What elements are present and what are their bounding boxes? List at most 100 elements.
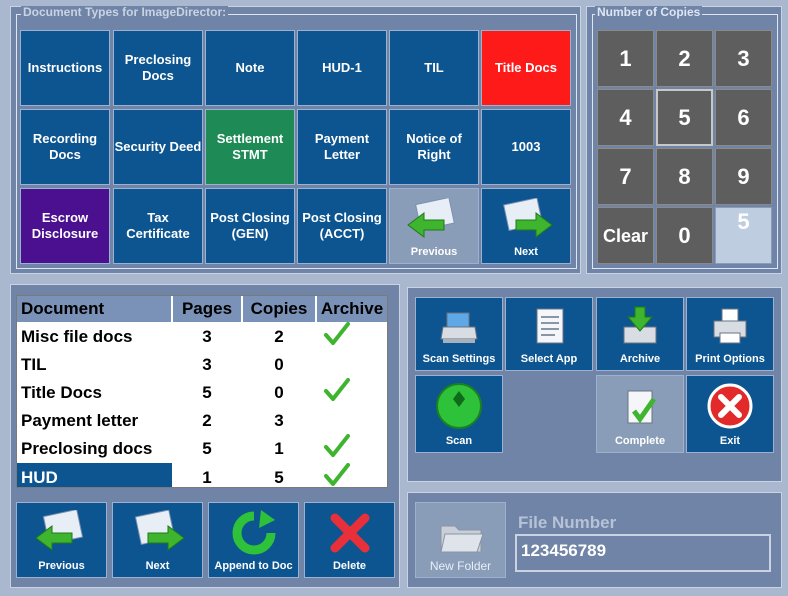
doctype-post-closing-acct-button[interactable]: Post Closing (ACCT) (297, 188, 387, 264)
copies-legend: Number of Copies (595, 5, 703, 19)
cell-pages: 5 (202, 438, 212, 458)
doctype-note-button[interactable]: Note (205, 30, 295, 106)
doctype-notice-of-right-button[interactable]: Notice of Right (389, 109, 479, 185)
doctype-instructions-button[interactable]: Instructions (20, 30, 110, 106)
list-previous-label: Previous (38, 560, 85, 572)
table-row[interactable]: Payment letter 2 3 (17, 407, 387, 434)
file-number-field[interactable]: 123456789 (515, 534, 771, 572)
copies-key-4[interactable]: 4 (597, 89, 654, 146)
doctype-tax-certificate-button[interactable]: Tax Certificate (113, 188, 203, 264)
doctype-post-closing-gen-button[interactable]: Post Closing (GEN) (205, 188, 295, 264)
cell-document: TIL (21, 354, 47, 374)
document-icon (536, 308, 564, 344)
complete-button[interactable]: Complete (596, 375, 684, 453)
list-next-button[interactable]: Next (112, 502, 203, 578)
header-copies[interactable]: Copies (242, 296, 317, 322)
doctype-previous-button[interactable]: Previous (389, 188, 479, 264)
table-row[interactable]: Title Docs 5 0 (17, 378, 387, 407)
scan-settings-button[interactable]: Scan Settings (415, 297, 503, 371)
doctype-preclosing-docs-button[interactable]: Preclosing Docs (113, 30, 203, 106)
table-row[interactable]: Preclosing docs 5 1 (17, 434, 387, 463)
copies-key-9[interactable]: 9 (715, 148, 772, 205)
scan-settings-label: Scan Settings (422, 353, 496, 365)
cell-pages: 5 (202, 382, 212, 402)
complete-icon (627, 390, 657, 424)
scan-label: Scan (445, 435, 473, 447)
copies-key-0[interactable]: 0 (656, 207, 713, 264)
append-to-doc-label: Append to Doc (214, 560, 293, 572)
doctype-settlement-stmt-button[interactable]: Settlement STMT (205, 109, 295, 185)
cell-pages: 2 (202, 410, 212, 430)
copies-clear-button[interactable]: Clear (597, 207, 654, 264)
archive-icon (623, 306, 657, 344)
exit-label: Exit (719, 435, 741, 447)
copies-key-2[interactable]: 2 (656, 30, 713, 87)
cell-archive (316, 407, 387, 434)
archive-label: Archive (619, 353, 661, 365)
print-options-button[interactable]: Print Options (686, 297, 774, 371)
list-previous-button[interactable]: Previous (16, 502, 107, 578)
table-row[interactable]: HUD 1 5 (17, 463, 387, 487)
doctype-security-deed-button[interactable]: Security Deed (113, 109, 203, 185)
cell-pages: 3 (202, 354, 212, 374)
delete-button[interactable]: Delete (304, 502, 395, 578)
complete-label: Complete (614, 435, 666, 447)
checkmark-icon (324, 434, 350, 457)
copies-key-3[interactable]: 3 (715, 30, 772, 87)
scan-start-icon (436, 383, 482, 429)
header-document[interactable]: Document (17, 296, 173, 322)
cell-document: Preclosing docs (21, 438, 153, 458)
cell-copies: 0 (274, 382, 284, 402)
doctype-previous-label: Previous (410, 246, 458, 258)
exit-icon (707, 383, 753, 429)
copies-key-1[interactable]: 1 (597, 30, 654, 87)
new-folder-button[interactable]: New Folder (415, 502, 506, 578)
next-icon (503, 198, 553, 238)
document-types-legend: Document Types for ImageDirector: (21, 5, 229, 19)
file-number-label: File Number (518, 513, 617, 532)
doctype-1003-button[interactable]: 1003 (481, 109, 571, 185)
select-app-label: Select App (520, 353, 578, 365)
cell-archive (316, 434, 387, 463)
cell-document: Payment letter (21, 410, 139, 430)
scanner-icon (440, 312, 478, 343)
cell-document: Title Docs (21, 382, 102, 402)
exit-button[interactable]: Exit (686, 375, 774, 453)
cell-archive (316, 351, 387, 378)
table-row[interactable]: TIL 3 0 (17, 351, 387, 378)
archive-button[interactable]: Archive (596, 297, 684, 371)
cell-copies: 5 (274, 467, 284, 487)
printer-icon (713, 308, 747, 344)
doctype-payment-letter-button[interactable]: Payment Letter (297, 109, 387, 185)
cell-copies: 2 (274, 326, 284, 346)
doctype-title-docs-button[interactable]: Title Docs (481, 30, 571, 106)
scan-button[interactable]: Scan (415, 375, 503, 453)
next-icon (134, 510, 185, 551)
checkmark-icon (324, 463, 350, 486)
table-header-row: Document Pages Copies Archive (17, 296, 387, 322)
new-folder-label: New Folder (429, 559, 492, 573)
select-app-button[interactable]: Select App (505, 297, 593, 371)
delete-icon (330, 513, 369, 553)
previous-icon (34, 510, 83, 551)
header-pages[interactable]: Pages (172, 296, 243, 322)
copies-key-6[interactable]: 6 (715, 89, 772, 146)
doctype-escrow-disclosure-button[interactable]: Escrow Disclosure (20, 188, 110, 264)
document-table[interactable]: Document Pages Copies Archive Misc file … (16, 295, 388, 488)
refresh-icon (232, 510, 275, 555)
copies-key-5[interactable]: 5 (656, 89, 713, 146)
doctype-recording-docs-button[interactable]: Recording Docs (20, 109, 110, 185)
doctype-next-button[interactable]: Next (481, 188, 571, 264)
print-options-label: Print Options (695, 353, 765, 365)
copies-key-8[interactable]: 8 (656, 148, 713, 205)
cell-copies: 3 (274, 410, 284, 430)
copies-key-7[interactable]: 7 (597, 148, 654, 205)
header-archive[interactable]: Archive (316, 296, 387, 322)
folder-icon (439, 525, 484, 553)
table-row[interactable]: Misc file docs 3 2 (17, 322, 387, 351)
list-next-label: Next (145, 560, 170, 572)
append-to-doc-button[interactable]: Append to Doc (208, 502, 299, 578)
doctype-hud-1-button[interactable]: HUD-1 (297, 30, 387, 106)
doctype-til-button[interactable]: TIL (389, 30, 479, 106)
checkmark-icon (324, 378, 350, 401)
